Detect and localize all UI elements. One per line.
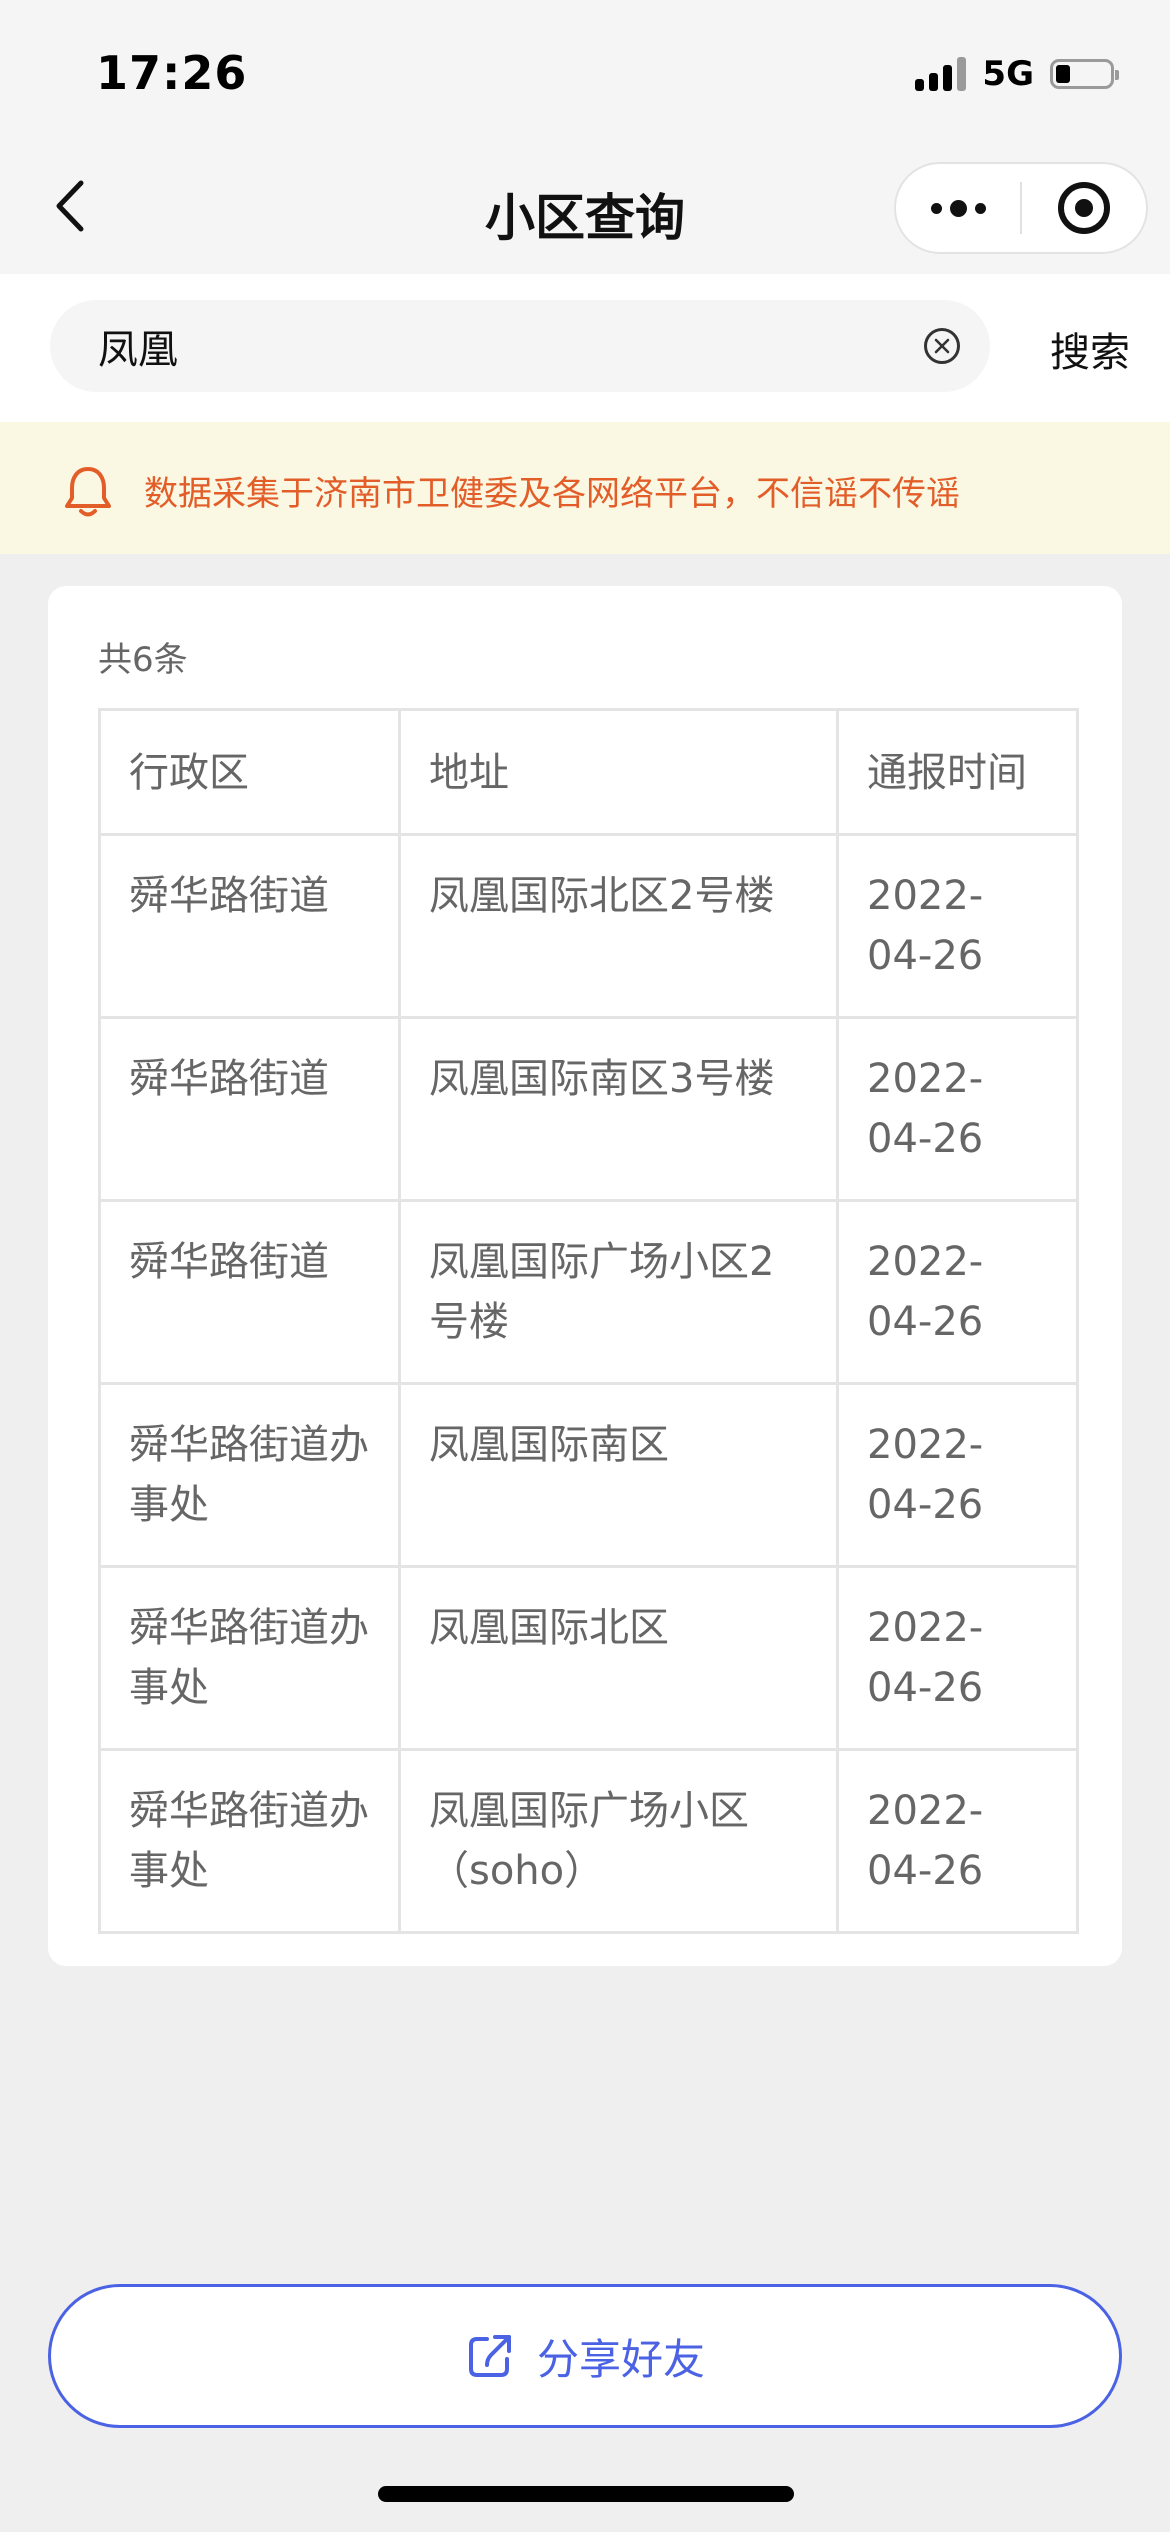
cell-address: 凤凰国际南区 bbox=[398, 1382, 839, 1568]
table-row: 舜华路街道办事处 凤凰国际广场小区（soho） 2022- 04-26 bbox=[98, 1748, 1079, 1934]
notice-banner: 数据采集于济南市卫健委及各网络平台，不信谣不传谣 bbox=[0, 422, 1170, 554]
cell-address: 凤凰国际北区 bbox=[398, 1565, 839, 1751]
header-address: 地址 bbox=[398, 708, 839, 836]
cell-date: 2022- 04-26 bbox=[836, 1199, 1079, 1385]
date-md: 04-26 bbox=[867, 1299, 984, 1345]
status-bar: 17:26 5G bbox=[0, 0, 1170, 140]
cell-district: 舜华路街道办事处 bbox=[98, 1382, 401, 1568]
search-box bbox=[50, 300, 990, 392]
date-md: 04-26 bbox=[867, 933, 984, 979]
cell-date: 2022- 04-26 bbox=[836, 1748, 1079, 1934]
date-md: 04-26 bbox=[867, 1665, 984, 1711]
date-year: 2022- bbox=[867, 1605, 984, 1651]
search-input[interactable] bbox=[98, 300, 898, 392]
status-indicators: 5G bbox=[915, 54, 1119, 94]
cell-address: 凤凰国际南区3号楼 bbox=[398, 1016, 839, 1202]
more-button[interactable] bbox=[896, 164, 1020, 252]
bell-icon bbox=[65, 467, 111, 517]
date-year: 2022- bbox=[867, 1788, 984, 1834]
result-table: 行政区 地址 通报时间 舜华路街道 凤凰国际北区2号楼 2022- 04-26 … bbox=[98, 708, 1079, 1934]
network-label: 5G bbox=[982, 54, 1034, 94]
cell-date: 2022- 04-26 bbox=[836, 1565, 1079, 1751]
cell-date: 2022- 04-26 bbox=[836, 1016, 1079, 1202]
home-indicator[interactable] bbox=[378, 2486, 794, 2502]
search-button[interactable]: 搜索 bbox=[1050, 320, 1130, 378]
cell-date: 2022- 04-26 bbox=[836, 1382, 1079, 1568]
table-row: 舜华路街道办事处 凤凰国际南区 2022- 04-26 bbox=[98, 1382, 1079, 1568]
table-row: 舜华路街道 凤凰国际北区2号楼 2022- 04-26 bbox=[98, 833, 1079, 1019]
result-count: 共6条 bbox=[98, 640, 188, 680]
header-date: 通报时间 bbox=[836, 708, 1079, 836]
share-button[interactable]: 分享好友 bbox=[48, 2284, 1122, 2428]
cell-district: 舜华路街道办事处 bbox=[98, 1748, 401, 1934]
share-icon bbox=[468, 2335, 511, 2377]
signal-icon bbox=[915, 57, 967, 91]
table-row: 舜华路街道办事处 凤凰国际北区 2022- 04-26 bbox=[98, 1565, 1079, 1751]
cell-district: 舜华路街道办事处 bbox=[98, 1565, 401, 1751]
clear-button[interactable] bbox=[924, 328, 960, 364]
nav-bar: 小区查询 bbox=[0, 140, 1170, 274]
result-card: 共6条 行政区 地址 通报时间 舜华路街道 凤凰国际北区2号楼 2022- 04… bbox=[48, 586, 1122, 1966]
date-md: 04-26 bbox=[867, 1482, 984, 1528]
search-area: 搜索 bbox=[0, 274, 1170, 422]
date-year: 2022- bbox=[867, 1239, 984, 1285]
cell-district: 舜华路街道 bbox=[98, 833, 401, 1019]
date-year: 2022- bbox=[867, 1056, 984, 1102]
clear-circle-icon bbox=[934, 338, 950, 354]
table-row: 舜华路街道 凤凰国际南区3号楼 2022- 04-26 bbox=[98, 1016, 1079, 1202]
cell-district: 舜华路街道 bbox=[98, 1016, 401, 1202]
battery-icon bbox=[1050, 59, 1119, 89]
cell-address: 凤凰国际广场小区（soho） bbox=[398, 1748, 839, 1934]
date-md: 04-26 bbox=[867, 1116, 984, 1162]
status-time: 17:26 bbox=[96, 46, 248, 100]
share-label: 分享好友 bbox=[536, 2334, 705, 2384]
table-header-row: 行政区 地址 通报时间 bbox=[98, 708, 1079, 836]
notice-text: 数据采集于济南市卫健委及各网络平台，不信谣不传谣 bbox=[144, 474, 960, 514]
cell-address: 凤凰国际北区2号楼 bbox=[398, 833, 839, 1019]
date-year: 2022- bbox=[867, 1422, 984, 1468]
table-row: 舜华路街道 凤凰国际广场小区2号楼 2022- 04-26 bbox=[98, 1199, 1079, 1385]
cell-district: 舜华路街道 bbox=[98, 1199, 401, 1385]
more-dots-icon bbox=[930, 199, 986, 217]
target-icon bbox=[1058, 182, 1110, 234]
header-district: 行政区 bbox=[98, 708, 401, 836]
cell-date: 2022- 04-26 bbox=[836, 833, 1079, 1019]
date-md: 04-26 bbox=[867, 1848, 984, 1894]
close-miniprogram-button[interactable] bbox=[1022, 164, 1146, 252]
date-year: 2022- bbox=[867, 873, 984, 919]
mini-program-capsule bbox=[894, 162, 1148, 254]
cell-address: 凤凰国际广场小区2号楼 bbox=[398, 1199, 839, 1385]
